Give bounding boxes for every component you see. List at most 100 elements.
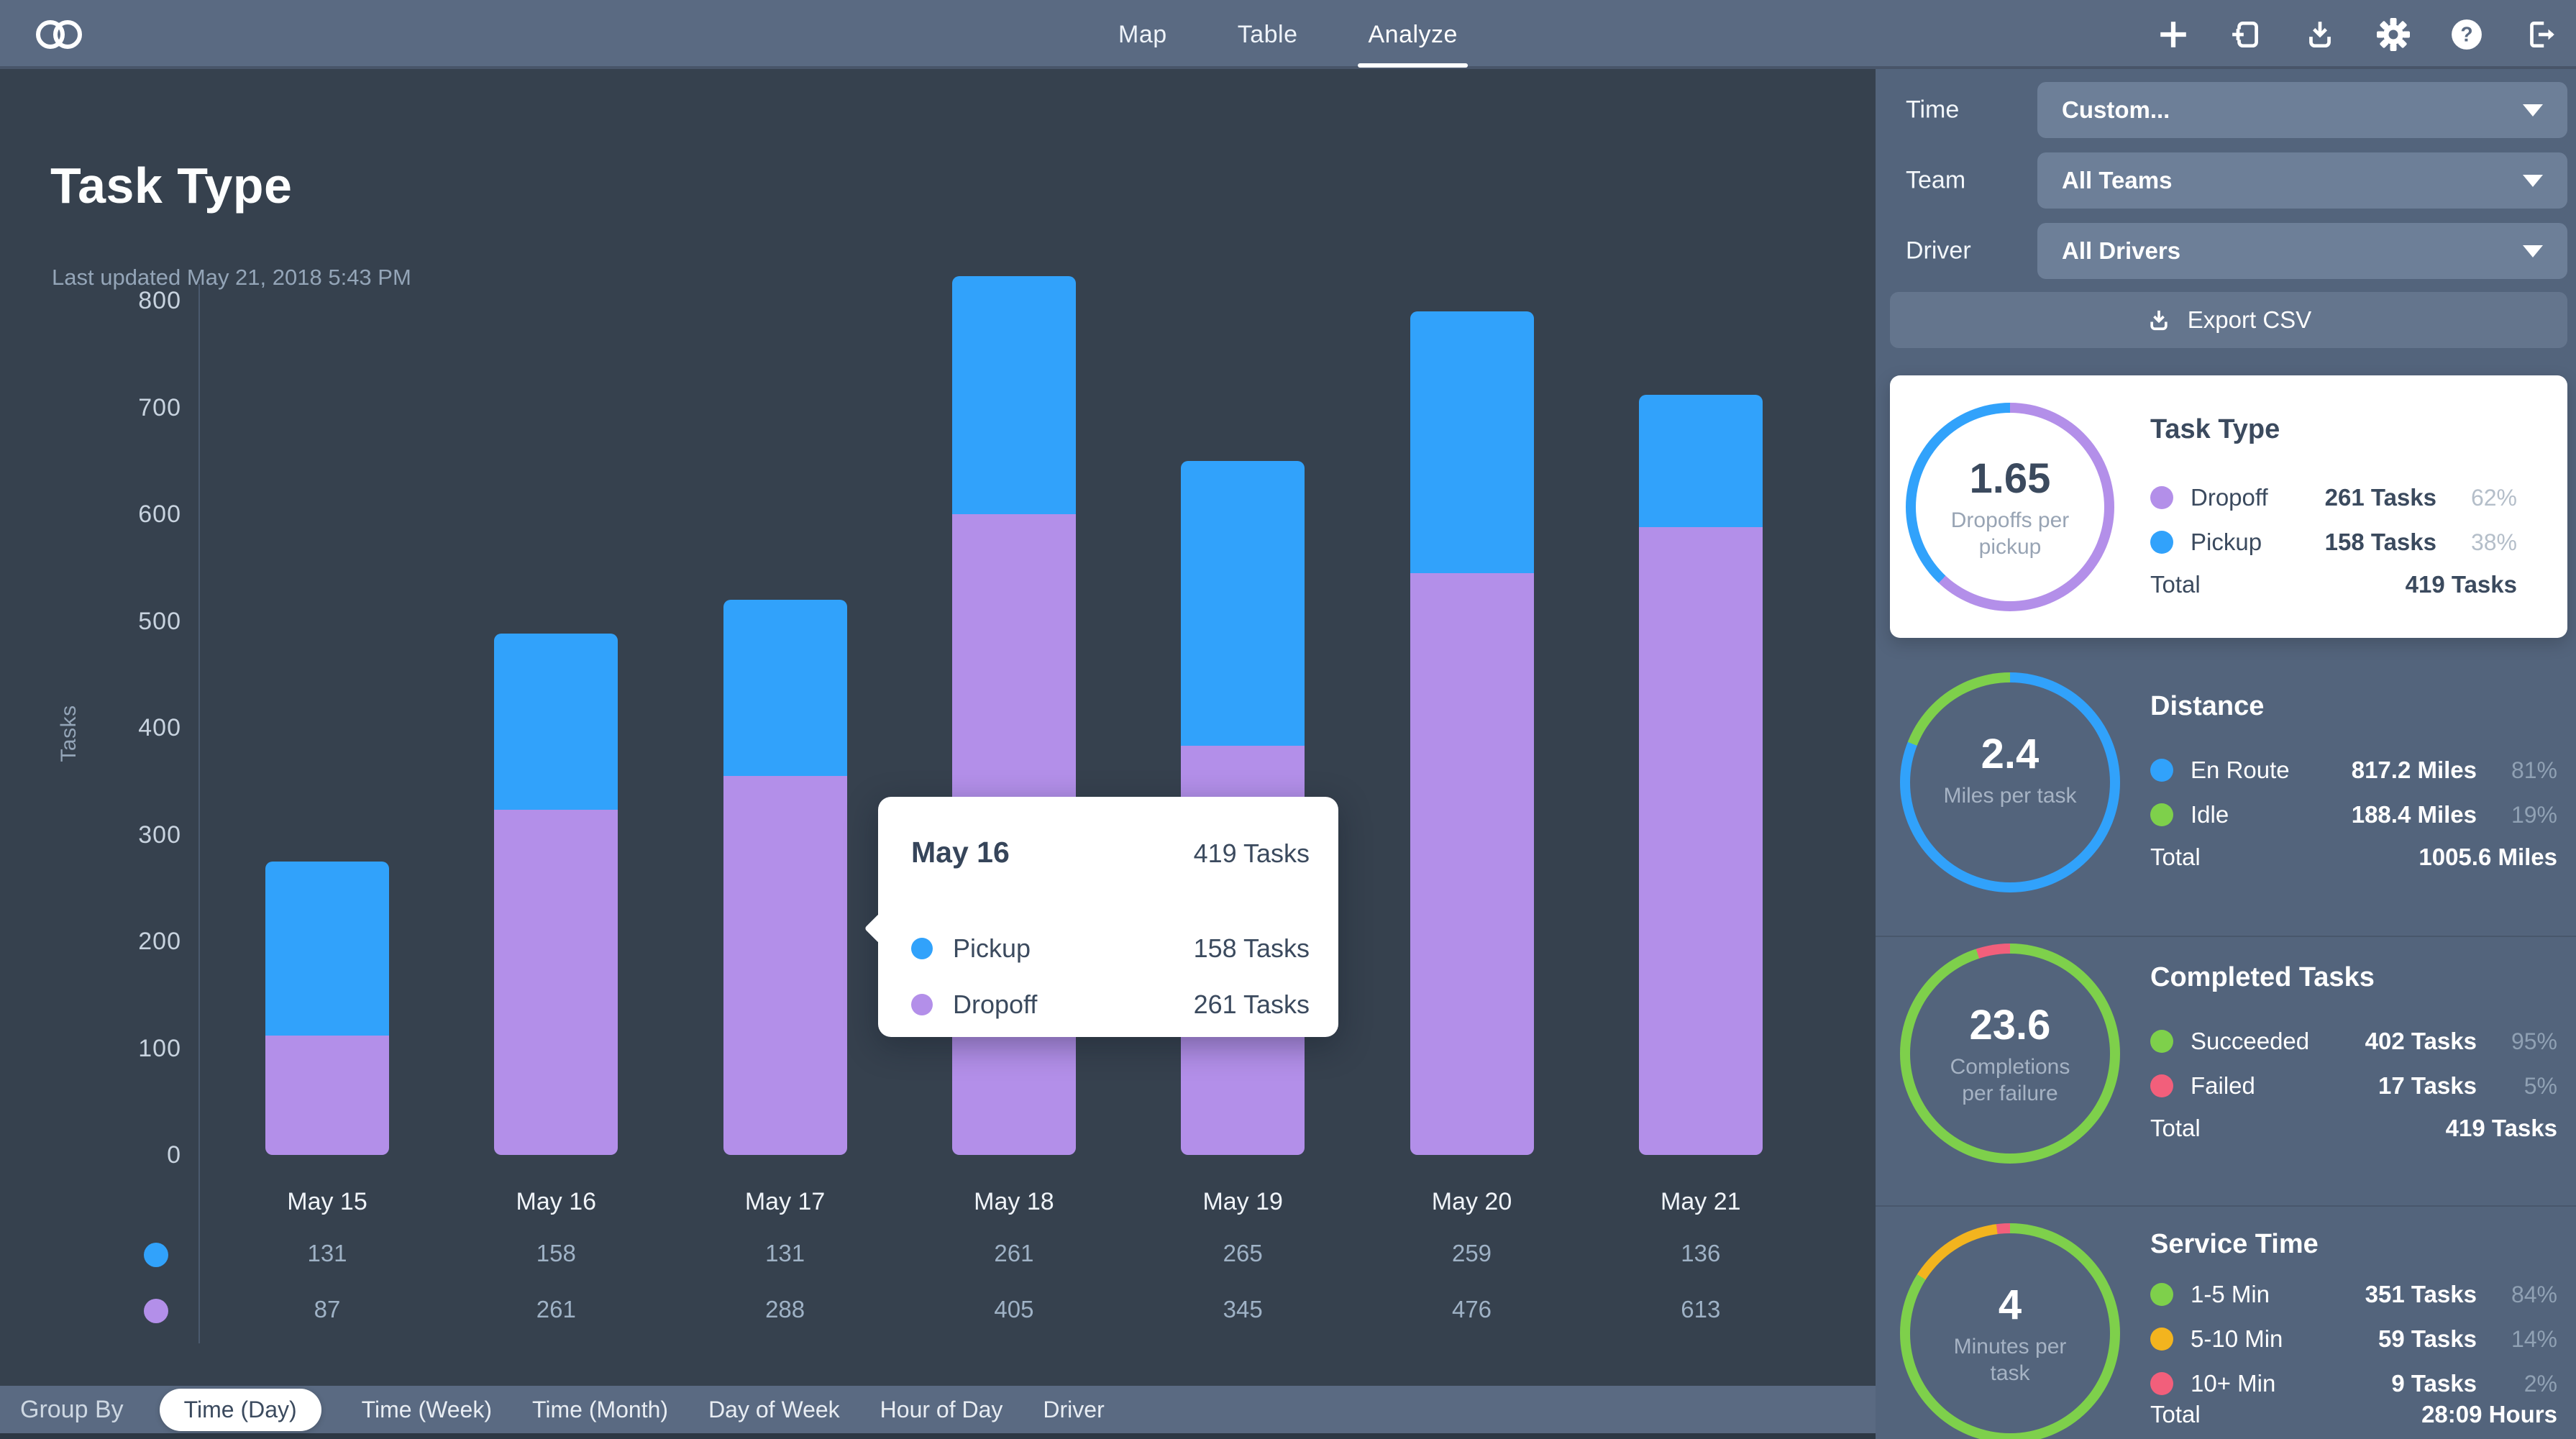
driver-select[interactable]: All Drivers	[2037, 223, 2567, 279]
bar-segment-dropoff-may-16[interactable]	[494, 810, 618, 1155]
chevron-down-icon	[2523, 174, 2543, 187]
group-by-option-time-month[interactable]: Time (Month)	[532, 1397, 668, 1423]
tab-map[interactable]: Map	[1114, 21, 1171, 49]
legend-value: 59 Tasks	[2378, 1325, 2477, 1352]
y-tick-label: 100	[138, 1034, 181, 1062]
dropoff-value-may-19: 345	[1223, 1296, 1263, 1322]
dropoff-value-may-15: 87	[314, 1296, 341, 1322]
task-type-row-dropoff: Dropoff 261 Tasks 62%	[2150, 482, 2517, 513]
download-button[interactable]	[2303, 17, 2337, 52]
legend-label: Succeeded	[2191, 1028, 2310, 1054]
pickup-dot	[2150, 531, 2173, 554]
tooltip-total: 419 Tasks	[1193, 839, 1310, 868]
pickup-value-may-19: 265	[1223, 1240, 1263, 1266]
metric-card-task-type[interactable]: 1.65 Dropoffs per pickup Task Type Dropoff 2…	[1890, 375, 2567, 638]
legend-label: Idle	[2191, 801, 2229, 828]
team-select[interactable]: All Teams	[2037, 152, 2567, 209]
bar-segment-dropoff-may-17[interactable]	[723, 776, 847, 1155]
group-by-option-day-of-week[interactable]: Day of Week	[708, 1397, 840, 1423]
tab-table[interactable]: Table	[1233, 21, 1302, 49]
bar-segment-pickup-may-20[interactable]	[1410, 311, 1534, 573]
y-tick-label: 600	[138, 501, 181, 529]
filter-row-team: Team All Teams	[1876, 152, 2576, 209]
service-time-metric-value: 4	[1998, 1282, 2022, 1328]
tab-analyze[interactable]: Analyze	[1358, 21, 1469, 68]
import-tasks-button[interactable]	[2229, 17, 2264, 52]
top-bar: Map Table Analyze ?	[0, 0, 2576, 69]
dropoff-value-may-21: 613	[1681, 1296, 1721, 1322]
add-button[interactable]	[2156, 17, 2191, 52]
tooltip-rows: Pickup 158 Tasks Dropoff 261 Tasks	[911, 920, 1310, 1033]
bar-segment-dropoff-may-15[interactable]	[265, 1036, 389, 1155]
analytics-sidebar: Time Custom... Team All Teams Driver All Driv…	[1876, 69, 2576, 1439]
page-title: Task Type	[50, 157, 293, 214]
tooltip-row-value: 158 Tasks	[1193, 933, 1310, 963]
group-by-option-time-day[interactable]: Time (Day)	[159, 1388, 321, 1431]
metric-card-completed-tasks[interactable]: 23.6 Completions per failure Completed Tas…	[1876, 936, 2576, 1205]
bar-segment-dropoff-may-20[interactable]	[1410, 573, 1534, 1155]
1-5-min-dot	[2150, 1283, 2173, 1306]
chart-tooltip: May 16 419 Tasks Pickup 158 Tasks Dropoff 2…	[864, 797, 1338, 1037]
dropoff-series-dot	[144, 1299, 168, 1323]
succeeded-dot	[2150, 1030, 2173, 1053]
bar-segment-pickup-may-15[interactable]	[265, 862, 389, 1036]
help-button[interactable]: ?	[2449, 17, 2484, 52]
bar-segment-pickup-may-21[interactable]	[1638, 395, 1763, 527]
svg-text:?: ?	[2460, 22, 2472, 45]
bar-segment-pickup-may-16[interactable]	[494, 634, 618, 810]
settings-button[interactable]	[2376, 17, 2411, 52]
10-min-dot	[2150, 1372, 2173, 1395]
completed-tasks-total-row: Total 419 Tasks	[2150, 1113, 2557, 1144]
group-by-bar: Group By Time (Day) Time (Week) Time (Mont…	[0, 1386, 1876, 1433]
completed-tasks-card-title: Completed Tasks	[2150, 962, 2375, 992]
group-by-option-driver[interactable]: Driver	[1043, 1397, 1104, 1423]
metric-card-service-time[interactable]: 4 Minutes per task Service Time 1-5 Min 351 …	[1876, 1205, 2576, 1439]
y-tick-label: 700	[138, 393, 181, 421]
export-csv-button[interactable]: Export CSV	[1890, 292, 2567, 348]
bar-segment-dropoff-may-21[interactable]	[1638, 527, 1763, 1155]
distance-metric: 2.4 Miles per task	[1917, 731, 2104, 809]
group-by-options: Time (Day) Time (Week) Time (Month) Day of …	[159, 1388, 1105, 1431]
legend-value: 188.4 Miles	[2351, 801, 2477, 828]
filter-label-time: Time	[1906, 96, 1960, 124]
metric-card-distance[interactable]: 2.4 Miles per task Distance En Route 817.2 M…	[1876, 666, 2576, 936]
distance-row-en-route: En Route 817.2 Miles 81%	[2150, 754, 2557, 786]
total-value: 28:09 Hours	[2421, 1401, 2557, 1427]
legend-percent: 5%	[2524, 1072, 2557, 1099]
onfleet-logo[interactable]	[26, 13, 98, 56]
bar-segment-pickup-may-18[interactable]	[951, 276, 1076, 514]
legend-label: Dropoff	[2191, 484, 2268, 511]
distance-total-row: Total 1005.6 Miles	[2150, 841, 2557, 873]
logout-button[interactable]	[2523, 17, 2557, 52]
dropoff-value-may-16: 261	[536, 1296, 576, 1322]
legend-percent: 19%	[2511, 801, 2557, 828]
legend-percent: 38%	[2470, 529, 2517, 555]
dropoff-dot	[911, 994, 933, 1015]
driver-select-value: All Drivers	[2062, 237, 2181, 264]
settings-icon	[2376, 17, 2411, 52]
app-window: Map Table Analyze ? Task Type Last updated…	[0, 0, 2576, 1439]
legend-value: 402 Tasks	[2365, 1028, 2477, 1054]
bottom-strip	[0, 1433, 1876, 1439]
filter-label-driver: Driver	[1906, 237, 1971, 265]
filter-row-driver: Driver All Drivers	[1876, 223, 2576, 279]
time-select[interactable]: Custom...	[2037, 82, 2567, 138]
group-by-option-hour-of-day[interactable]: Hour of Day	[880, 1397, 1003, 1423]
legend-value: 351 Tasks	[2365, 1281, 2477, 1307]
x-axis-label-may-17: May 17	[744, 1188, 826, 1215]
bar-segment-pickup-may-19[interactable]	[1181, 461, 1305, 746]
dropoff-value-may-18: 405	[994, 1296, 1034, 1322]
group-by-option-time-week[interactable]: Time (Week)	[362, 1397, 492, 1423]
total-label: Total	[2150, 1115, 2201, 1141]
pickup-value-may-18: 261	[994, 1240, 1034, 1266]
legend-value: 9 Tasks	[2391, 1370, 2477, 1397]
chevron-down-icon	[2523, 245, 2543, 257]
bar-segment-pickup-may-17[interactable]	[723, 600, 847, 776]
service-time-row-5-10-min: 5-10 Min 59 Tasks 14%	[2150, 1323, 2557, 1355]
tooltip-arrow	[864, 913, 895, 944]
completed-tasks-metric: 23.6 Completions per failure	[1917, 1002, 2104, 1107]
task-type-row-pickup: Pickup 158 Tasks 38%	[2150, 526, 2517, 558]
topbar-actions: ?	[2156, 0, 2557, 69]
total-value: 419 Tasks	[2405, 571, 2517, 598]
main-nav-tabs: Map Table Analyze	[1114, 0, 1469, 69]
